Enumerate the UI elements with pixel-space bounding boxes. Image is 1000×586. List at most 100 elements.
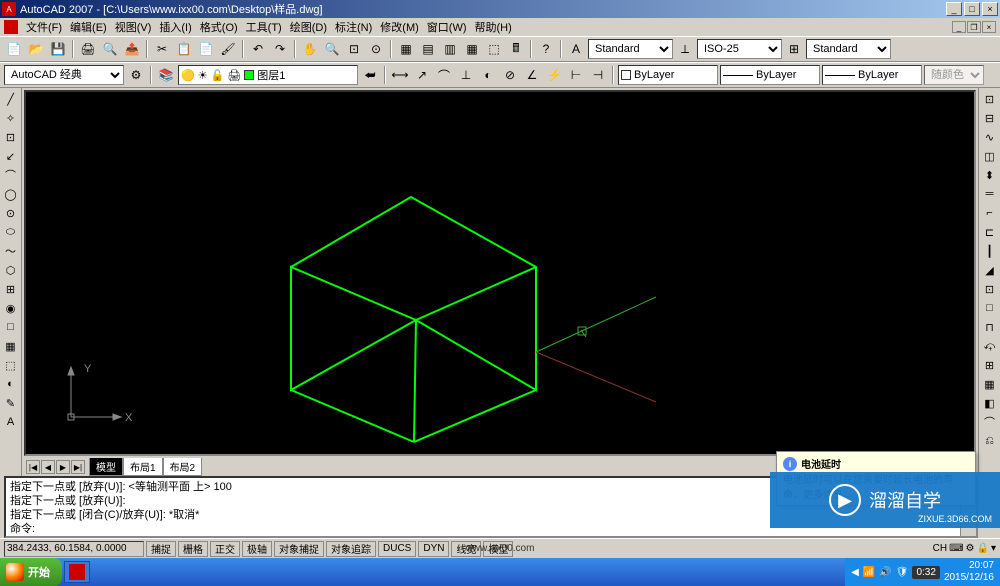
zoom-win-button[interactable]: ⊡ xyxy=(344,39,364,59)
print-button[interactable]: 🖨 xyxy=(78,39,98,59)
task-autocad[interactable] xyxy=(64,561,90,583)
dim-ang-button[interactable]: ∠ xyxy=(522,65,542,85)
dim-cont-button[interactable]: ⊣ xyxy=(588,65,608,85)
menu-tools[interactable]: 工具(T) xyxy=(242,19,286,35)
menu-draw[interactable]: 绘图(D) xyxy=(286,19,331,35)
tray-icon[interactable]: ▾ xyxy=(991,543,996,554)
modify-tool-11[interactable]: □ xyxy=(981,299,999,317)
dim-ord-button[interactable]: ⊥ xyxy=(456,65,476,85)
ducs-toggle[interactable]: DUCS xyxy=(378,541,416,557)
draw-tool-9[interactable]: ⬡ xyxy=(2,261,20,279)
properties-button[interactable]: ▦ xyxy=(396,39,416,59)
modify-tool-6[interactable]: ⌐ xyxy=(981,204,999,222)
draw-tool-13[interactable]: ▦ xyxy=(2,337,20,355)
drawing-canvas[interactable]: X Y xyxy=(24,90,976,456)
modify-tool-18[interactable]: ⎌ xyxy=(981,432,999,450)
modify-tool-12[interactable]: ⊓ xyxy=(981,318,999,336)
text-style-select[interactable]: Standard xyxy=(588,39,673,59)
table-style-select[interactable]: Standard xyxy=(806,39,891,59)
minimize-button[interactable]: _ xyxy=(946,2,962,16)
tab-first-button[interactable]: |◀ xyxy=(26,460,40,474)
draw-tool-6[interactable]: ⊙ xyxy=(2,204,20,222)
draw-tool-11[interactable]: ◉ xyxy=(2,299,20,317)
tool-palette-button[interactable]: ▥ xyxy=(440,39,460,59)
preview-button[interactable]: 🔍 xyxy=(100,39,120,59)
zoom-prev-button[interactable]: ⊙ xyxy=(366,39,386,59)
modify-tool-1[interactable]: ⊟ xyxy=(981,109,999,127)
dim-base-button[interactable]: ⊢ xyxy=(566,65,586,85)
tab-last-button[interactable]: ▶| xyxy=(71,460,85,474)
menu-format[interactable]: 格式(O) xyxy=(196,19,242,35)
tab-layout1[interactable]: 布局1 xyxy=(123,458,163,476)
sheet-button[interactable]: ▦ xyxy=(462,39,482,59)
dim-dia-button[interactable]: ⊘ xyxy=(500,65,520,85)
osnap-toggle[interactable]: 对象捕捉 xyxy=(274,541,324,557)
lock-icon[interactable]: 🔒 xyxy=(977,543,989,554)
dyn-toggle[interactable]: DYN xyxy=(418,541,449,557)
menu-window[interactable]: 窗口(W) xyxy=(423,19,471,35)
layer-prev-button[interactable]: ⮨ xyxy=(360,65,380,85)
tray-vol-icon[interactable]: 🔊 xyxy=(879,567,891,578)
modify-tool-8[interactable]: ┃ xyxy=(981,242,999,260)
modify-tool-9[interactable]: ◢ xyxy=(981,261,999,279)
draw-tool-12[interactable]: □ xyxy=(2,318,20,336)
layer-manager-button[interactable]: 📚 xyxy=(156,65,176,85)
maximize-button[interactable]: □ xyxy=(964,2,980,16)
text-style-icon[interactable]: A xyxy=(566,39,586,59)
modify-tool-4[interactable]: ⬍ xyxy=(981,166,999,184)
tab-prev-button[interactable]: ◀ xyxy=(41,460,55,474)
draw-tool-16[interactable]: ✎ xyxy=(2,394,20,412)
cut-button[interactable]: ✂ xyxy=(152,39,172,59)
new-button[interactable]: 📄 xyxy=(4,39,24,59)
copy-button[interactable]: 📋 xyxy=(174,39,194,59)
comm-icon[interactable]: ⚙ xyxy=(966,543,975,554)
dim-linear-button[interactable]: ⟷ xyxy=(390,65,410,85)
menu-help[interactable]: 帮助(H) xyxy=(471,19,516,35)
ime-icon[interactable]: ⌨ xyxy=(949,543,963,554)
otrack-toggle[interactable]: 对象追踪 xyxy=(326,541,376,557)
calc-button[interactable]: 🖩 xyxy=(506,39,526,59)
open-button[interactable]: 📂 xyxy=(26,39,46,59)
modify-tool-16[interactable]: ◧ xyxy=(981,394,999,412)
tray-net-icon[interactable]: 📶 xyxy=(863,567,875,578)
ime-lang[interactable]: CH xyxy=(933,543,947,554)
tray-clock[interactable]: 20:07 2015/12/16 xyxy=(944,560,994,584)
modify-tool-14[interactable]: ⊞ xyxy=(981,356,999,374)
redo-button[interactable]: ↷ xyxy=(270,39,290,59)
draw-tool-7[interactable]: ⬭ xyxy=(2,223,20,241)
dim-rad-button[interactable]: ◐ xyxy=(478,65,498,85)
draw-tool-2[interactable]: ⊡ xyxy=(2,128,20,146)
menu-insert[interactable]: 插入(I) xyxy=(155,19,195,35)
tab-model[interactable]: 模型 xyxy=(89,458,123,476)
undo-button[interactable]: ↶ xyxy=(248,39,268,59)
dim-aligned-button[interactable]: ↗ xyxy=(412,65,432,85)
table-style-icon[interactable]: ⊞ xyxy=(784,39,804,59)
zoom-rt-button[interactable]: 🔍 xyxy=(322,39,342,59)
dc-button[interactable]: ▤ xyxy=(418,39,438,59)
modify-tool-13[interactable]: ⤽ xyxy=(981,337,999,355)
workspace-settings-button[interactable]: ⚙ xyxy=(126,65,146,85)
draw-tool-14[interactable]: ⬚ xyxy=(2,356,20,374)
tab-next-button[interactable]: ▶ xyxy=(56,460,70,474)
linetype-select[interactable]: ByLayer xyxy=(720,65,820,85)
save-button[interactable]: 💾 xyxy=(48,39,68,59)
draw-tool-5[interactable]: ◯ xyxy=(2,185,20,203)
modify-tool-7[interactable]: ⊏ xyxy=(981,223,999,241)
lineweight-select[interactable]: ByLayer xyxy=(822,65,922,85)
draw-tool-4[interactable]: ⌒ xyxy=(2,166,20,184)
draw-tool-0[interactable]: ╱ xyxy=(2,90,20,108)
modify-tool-17[interactable]: ⌒ xyxy=(981,413,999,431)
modify-tool-0[interactable]: ⊡ xyxy=(981,90,999,108)
help-button[interactable]: ? xyxy=(536,39,556,59)
menu-view[interactable]: 视图(V) xyxy=(111,19,156,35)
match-button[interactable]: 🖌 xyxy=(218,39,238,59)
start-button[interactable]: 开始 xyxy=(0,558,62,586)
menu-file[interactable]: 文件(F) xyxy=(22,19,66,35)
snap-toggle[interactable]: 捕捉 xyxy=(146,541,176,557)
mdi-restore-button[interactable]: ❐ xyxy=(967,21,981,33)
menu-dimension[interactable]: 标注(N) xyxy=(331,19,376,35)
mdi-minimize-button[interactable]: _ xyxy=(952,21,966,33)
modify-tool-5[interactable]: ═ xyxy=(981,185,999,203)
grid-toggle[interactable]: 栅格 xyxy=(178,541,208,557)
tray-expand-icon[interactable]: ◀ xyxy=(851,567,859,578)
